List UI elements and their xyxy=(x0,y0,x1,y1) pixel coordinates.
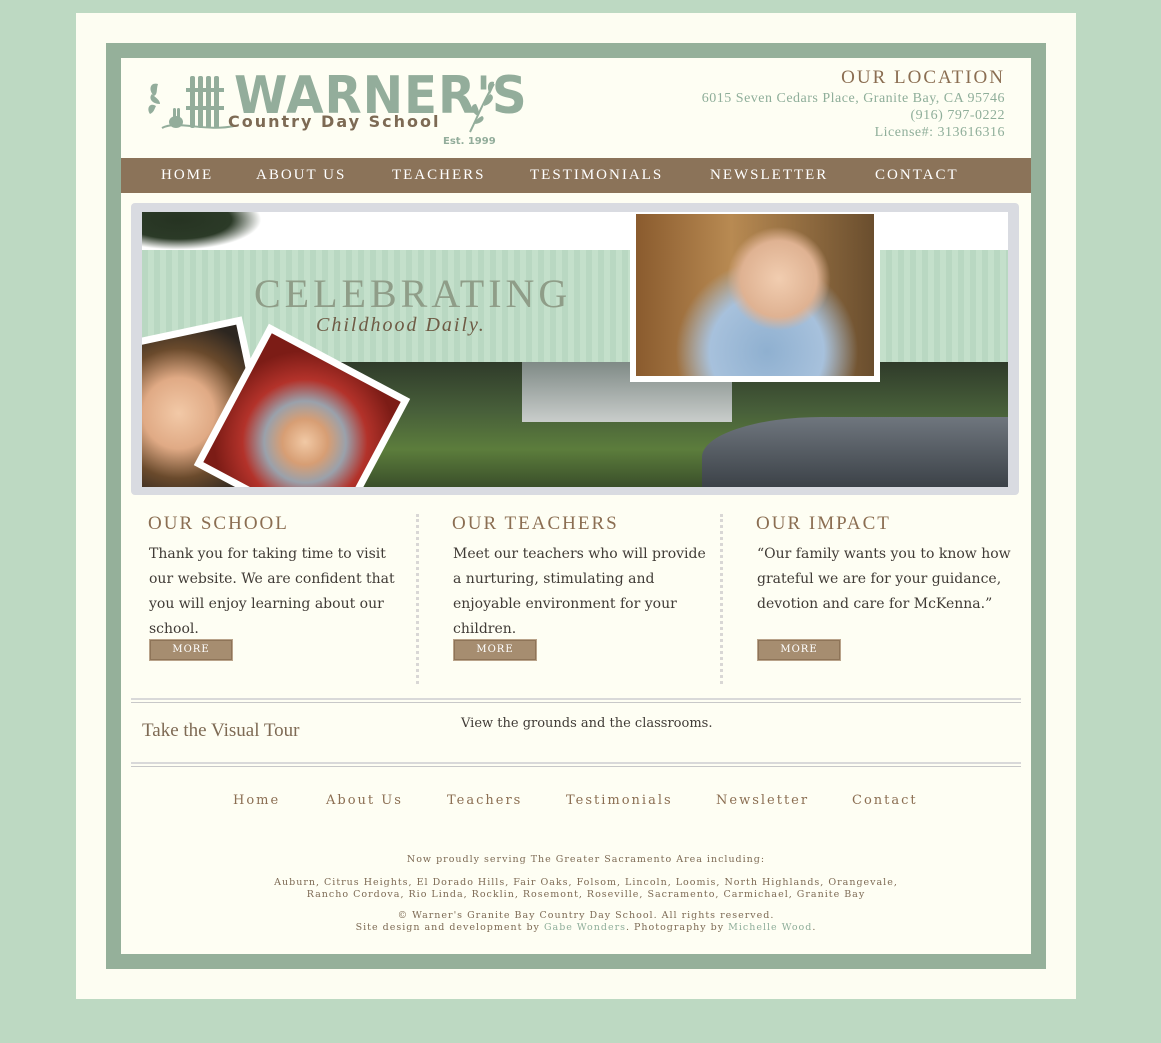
photographer-link[interactable]: Michelle Wood xyxy=(728,922,812,933)
hero-title: CELEBRATING xyxy=(254,271,572,316)
divider-line xyxy=(131,762,1021,764)
footer-nav-about-us[interactable]: About Us xyxy=(326,793,403,808)
hero-subtitle: Childhood Daily. xyxy=(316,314,486,336)
cities-list-line-2: Rancho Cordova, Rio Linda, Rocklin, Rose… xyxy=(306,889,866,900)
footer-nav-newsletter[interactable]: Newsletter xyxy=(716,793,809,808)
nav-testimonials[interactable]: TESTIMONIALS xyxy=(530,158,663,193)
logo-subtitle: Country Day School xyxy=(228,112,441,131)
column-divider xyxy=(720,514,723,684)
site-logo[interactable]: WARNER'S Country Day School Est. 1999 xyxy=(146,66,527,150)
visual-tour-link[interactable]: Take the Visual Tour xyxy=(142,720,300,742)
footer-nav-contact[interactable]: Contact xyxy=(852,793,918,808)
section-title: OUR IMPACT xyxy=(756,513,891,534)
column-divider xyxy=(416,514,419,684)
nav-home[interactable]: HOME xyxy=(161,158,213,193)
visual-tour-description: View the grounds and the classrooms. xyxy=(461,716,713,731)
footer-nav-teachers[interactable]: Teachers xyxy=(447,793,522,808)
logo-vine-icon xyxy=(469,81,495,133)
phone-number[interactable]: (916) 797-0222 xyxy=(702,107,1005,124)
our-impact-section: OUR IMPACT “Our family wants you to know… xyxy=(756,512,1014,661)
our-school-more-button[interactable]: MORE xyxy=(149,639,233,661)
nav-teachers[interactable]: TEACHERS xyxy=(392,158,486,193)
hero-banner: CELEBRATING Childhood Daily. xyxy=(142,212,1008,487)
copyright: © Warner's Granite Bay Country Day Schoo… xyxy=(397,910,775,921)
site-credits: Site design and development by Gabe Wond… xyxy=(355,922,817,933)
location-title: OUR LOCATION xyxy=(841,67,1005,88)
section-text: “Our family wants you to know how gratef… xyxy=(757,546,1011,612)
footer-nav-testimonials[interactable]: Testimonials xyxy=(566,793,673,808)
cities-list-line-1: Auburn, Citrus Heights, El Dorado Hills,… xyxy=(274,877,898,888)
main-nav: HOME ABOUT US TEACHERS TESTIMONIALS NEWS… xyxy=(121,158,1031,193)
address: 6015 Seven Cedars Place, Granite Bay, CA… xyxy=(701,91,1005,106)
serving-area-heading: Now proudly serving The Greater Sacramen… xyxy=(406,854,766,865)
section-text: Meet our teachers who will provide a nur… xyxy=(453,546,706,637)
section-title: OUR TEACHERS xyxy=(452,513,619,534)
nav-newsletter[interactable]: NEWSLETTER xyxy=(710,158,828,193)
nav-about-us[interactable]: ABOUT US xyxy=(256,158,346,193)
our-school-section: OUR SCHOOL Thank you for taking time to … xyxy=(148,512,406,661)
our-impact-more-button[interactable]: MORE xyxy=(757,639,841,661)
section-title: OUR SCHOOL xyxy=(148,513,289,534)
footer-nav-home[interactable]: Home xyxy=(233,793,280,808)
girl-drawing-photo xyxy=(630,212,880,382)
license-number: License#: 313616316 xyxy=(874,125,1005,140)
nav-contact[interactable]: CONTACT xyxy=(875,158,959,193)
our-teachers-section: OUR TEACHERS Meet our teachers who will … xyxy=(452,512,710,661)
section-text: Thank you for taking time to visit our w… xyxy=(149,546,395,637)
our-teachers-more-button[interactable]: MORE xyxy=(453,639,537,661)
divider-line xyxy=(131,698,1021,700)
logo-established: Est. 1999 xyxy=(443,136,496,147)
location-block: OUR LOCATION 6015 Seven Cedars Place, Gr… xyxy=(702,66,1005,141)
designer-link[interactable]: Gabe Wonders xyxy=(544,922,626,933)
